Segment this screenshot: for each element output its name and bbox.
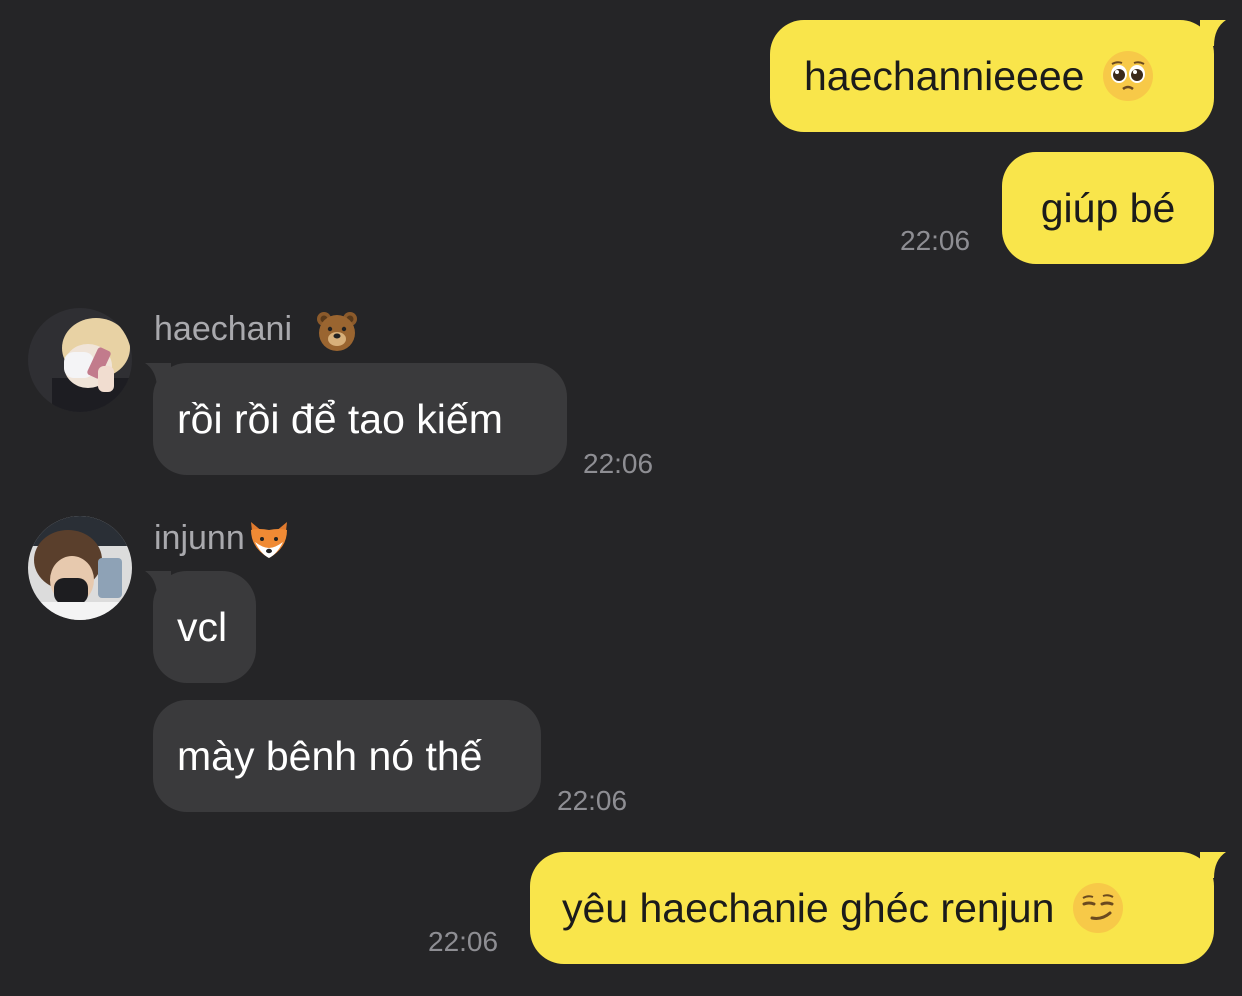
bubble-tail — [145, 571, 171, 597]
avatar-photo — [28, 308, 132, 412]
sender-name-text: haechani — [154, 309, 293, 348]
bubble-tail — [1200, 852, 1226, 878]
pleading-face-icon — [1103, 51, 1154, 101]
sender-name: haechani — [154, 309, 359, 353]
bubble-tail — [1200, 20, 1226, 46]
smirking-face-icon — [1073, 883, 1124, 933]
bubble-tail — [145, 363, 171, 389]
message-timestamp: 22:06 — [557, 785, 628, 816]
outgoing-message-bubble[interactable]: haechannieeee — [770, 20, 1214, 132]
message-text: giúp bé — [1040, 184, 1176, 231]
outgoing-message-bubble[interactable]: yêu haechanie ghéc renjun — [530, 852, 1214, 964]
message-timestamp: 22:06 — [583, 448, 654, 479]
avatar-photo — [28, 516, 132, 620]
fox-face-icon — [250, 522, 287, 558]
sender-name-text: injunn — [154, 518, 245, 557]
outgoing-message-bubble[interactable]: giúp bé — [1002, 152, 1214, 264]
chat-conversation: haechannieeee giúp bé 22:06 haechani rồi… — [0, 0, 1242, 996]
message-text: haechannieeee — [804, 52, 1085, 99]
message-text: vcl — [177, 603, 228, 650]
message-text: yêu haechanie ghéc renjun — [562, 884, 1055, 931]
incoming-message-bubble[interactable]: rồi rồi để tao kiếm — [153, 363, 567, 475]
incoming-message-bubble[interactable]: mày bênh nó thế — [153, 700, 541, 812]
sender-name: injunn — [154, 518, 291, 562]
message-text: rồi rồi để tao kiếm — [177, 395, 503, 442]
message-timestamp: 22:06 — [428, 926, 499, 957]
message-text: mày bênh nó thế — [177, 732, 483, 779]
bear-face-icon — [317, 312, 358, 351]
message-timestamp: 22:06 — [900, 225, 971, 256]
avatar-injunn[interactable] — [28, 516, 132, 620]
avatar-haechani[interactable] — [28, 308, 132, 412]
